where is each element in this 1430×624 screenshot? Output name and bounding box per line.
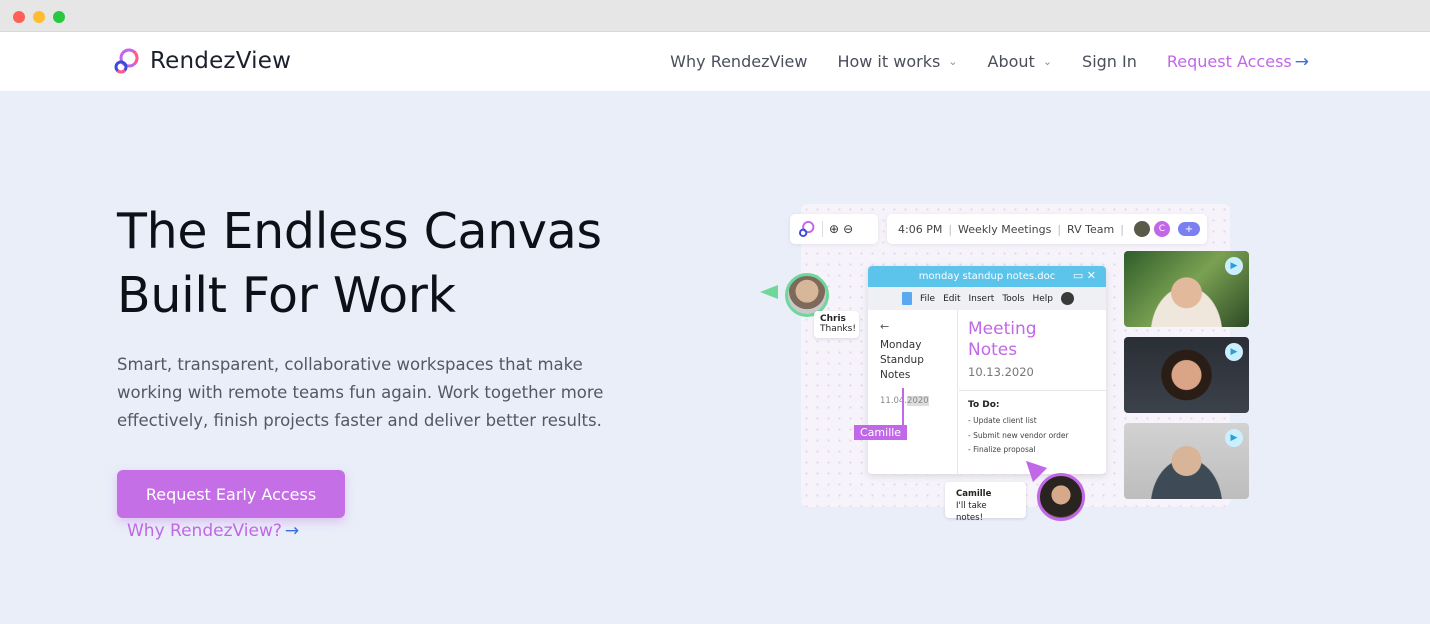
divider: | bbox=[1120, 223, 1124, 236]
doc-date: 10.13.2020 bbox=[968, 365, 1097, 379]
rendezview-logo-icon bbox=[798, 220, 816, 238]
divider bbox=[959, 390, 1106, 391]
nav-about[interactable]: About ⌄ bbox=[988, 52, 1053, 71]
doc-heading: Notes bbox=[968, 340, 1097, 361]
document-file-icon bbox=[902, 292, 912, 305]
zoom-in-icon: ⊕ bbox=[829, 222, 839, 236]
request-access-link[interactable]: Request Access → bbox=[1167, 52, 1309, 72]
sidebar-date: 11.04.2020 bbox=[880, 394, 945, 409]
avatar bbox=[1037, 473, 1085, 521]
menu-item: File bbox=[920, 294, 935, 304]
close-window-button[interactable] bbox=[13, 11, 25, 23]
main-nav: Why RendezView How it works ⌄ About ⌄ Si… bbox=[640, 32, 1309, 91]
sidebar-date-selected: 2020 bbox=[907, 396, 929, 406]
add-participant-icon: + bbox=[1178, 222, 1200, 236]
canvas-toolbar-left: ⊕ ⊖ bbox=[790, 214, 878, 244]
pointer-cursor-icon bbox=[760, 285, 778, 299]
nav-label: How it works bbox=[837, 52, 940, 71]
why-rendezview-link[interactable]: Why RendezView? → bbox=[127, 521, 299, 541]
nav-label: About bbox=[988, 52, 1035, 71]
chevron-down-icon: ⌄ bbox=[948, 55, 957, 68]
avatar: C bbox=[1154, 221, 1170, 237]
chat-author: Chris bbox=[820, 314, 846, 324]
todo-item: - Update client list bbox=[968, 414, 1097, 429]
nav-label: Why RendezView bbox=[670, 52, 807, 71]
todo-item: - Submit new vendor order bbox=[968, 429, 1097, 444]
request-early-access-button[interactable]: Request Early Access bbox=[117, 470, 345, 518]
hero-title-line: The Endless Canvas bbox=[117, 200, 677, 264]
todo-title: To Do: bbox=[968, 400, 1097, 410]
document-menubar: File Edit Insert Tools Help bbox=[868, 287, 1106, 310]
avatar bbox=[1134, 221, 1150, 237]
browser-chrome bbox=[0, 0, 1430, 32]
arrow-right-icon: → bbox=[1295, 52, 1309, 72]
sidebar-title: Monday bbox=[880, 338, 945, 353]
video-camera-icon: ▶ bbox=[1225, 343, 1243, 361]
back-arrow-icon: ← bbox=[880, 319, 945, 334]
canvas-toolbar-right: 4:06 PM | Weekly Meetings | RV Team | C … bbox=[887, 214, 1207, 244]
menu-item: Edit bbox=[943, 294, 960, 304]
rendezview-logo-icon bbox=[113, 47, 141, 75]
document-window: monday standup notes.doc ▭ ✕ File Edit I… bbox=[868, 266, 1106, 474]
hero-title: The Endless Canvas Built For Work bbox=[117, 200, 677, 328]
document-filename: monday standup notes.doc bbox=[919, 271, 1055, 282]
nav-sign-in[interactable]: Sign In bbox=[1082, 52, 1137, 71]
toolbar-team: RV Team bbox=[1067, 223, 1114, 236]
video-tile: ▶ bbox=[1124, 337, 1249, 413]
cursor-name-tag: Camille bbox=[854, 425, 907, 440]
toolbar-time: 4:06 PM bbox=[898, 223, 942, 236]
document-body: Meeting Notes 10.13.2020 To Do: - Update… bbox=[959, 310, 1106, 467]
chat-author: Camille bbox=[956, 489, 991, 499]
menu-item: Insert bbox=[969, 294, 995, 304]
why-rendezview-label: Why RendezView? bbox=[127, 521, 282, 541]
zoom-out-icon: ⊖ bbox=[843, 222, 853, 236]
arrow-right-icon: → bbox=[285, 521, 299, 541]
document-titlebar: monday standup notes.doc ▭ ✕ bbox=[868, 266, 1106, 287]
logo-link[interactable]: RendezView bbox=[113, 44, 291, 78]
toolbar-meeting: Weekly Meetings bbox=[958, 223, 1051, 236]
site-header: RendezView Why RendezView How it works ⌄… bbox=[0, 32, 1430, 91]
chat-bubble: Camille I'll take notes! bbox=[945, 482, 1026, 518]
request-access-label: Request Access bbox=[1167, 52, 1292, 71]
menu-item: Tools bbox=[1002, 294, 1024, 304]
menu-item: Help bbox=[1033, 294, 1054, 304]
chat-message: Thanks! bbox=[820, 324, 856, 334]
divider: | bbox=[948, 223, 952, 236]
window-controls-icon: ▭ ✕ bbox=[1073, 269, 1096, 282]
video-camera-icon: ▶ bbox=[1225, 257, 1243, 275]
chat-message: I'll take notes! bbox=[956, 501, 987, 523]
hero-subtitle: Smart, transparent, collaborative worksp… bbox=[117, 351, 627, 435]
divider: | bbox=[1057, 223, 1061, 236]
chat-bubble: Chris Thanks! bbox=[814, 311, 859, 338]
sidebar-title: Notes bbox=[880, 368, 945, 383]
doc-heading: Meeting bbox=[968, 319, 1097, 340]
video-camera-icon: ▶ bbox=[1225, 429, 1243, 447]
video-tile: ▶ bbox=[1124, 423, 1249, 499]
maximize-window-button[interactable] bbox=[53, 11, 65, 23]
nav-why-rendezview[interactable]: Why RendezView bbox=[670, 52, 807, 71]
hero-title-line: Built For Work bbox=[117, 264, 677, 328]
document-sidebar: ← Monday Standup Notes 11.04.2020 bbox=[868, 310, 958, 474]
minimize-window-button[interactable] bbox=[33, 11, 45, 23]
video-tile: ▶ bbox=[1124, 251, 1249, 327]
avatar bbox=[1061, 292, 1074, 305]
chevron-down-icon: ⌄ bbox=[1043, 55, 1052, 68]
text-cursor bbox=[902, 388, 904, 426]
brand-name: RendezView bbox=[150, 48, 291, 74]
nav-how-it-works[interactable]: How it works ⌄ bbox=[837, 52, 957, 71]
sidebar-title: Standup bbox=[880, 353, 945, 368]
divider bbox=[822, 221, 823, 237]
nav-label: Sign In bbox=[1082, 52, 1137, 71]
